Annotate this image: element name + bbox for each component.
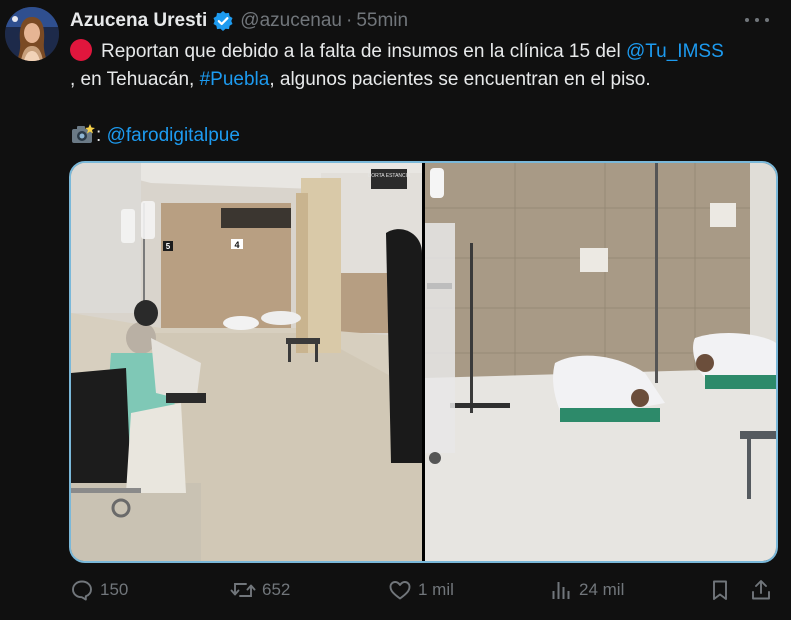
share-icon [752, 580, 770, 600]
verified-badge-icon [212, 10, 234, 32]
reply-button[interactable]: 150 [70, 576, 128, 604]
share-button[interactable] [749, 576, 779, 604]
timestamp[interactable]: 55min [356, 10, 408, 32]
tweet-text-line-2: , en Tehuacán, #Puebla, algunos paciente… [70, 66, 780, 94]
more-dots-icon[interactable] [745, 10, 769, 30]
tweet-text-line-3: : @farodigitalpue [70, 122, 780, 150]
camera-flash-icon [70, 123, 96, 145]
views-button[interactable]: 24 mil [549, 576, 624, 604]
hallway-photo-image: CORTA ESTANCIA 4 5 [71, 163, 422, 561]
mention-link[interactable]: @Tu_IMSS [626, 41, 724, 62]
heart-icon [389, 581, 411, 600]
tweet-text-line-1: Reportan que debido a la falta de insumo… [70, 38, 780, 66]
text-segment: , en Tehuacán, [70, 69, 200, 90]
media-container[interactable]: CORTA ESTANCIA 4 5 [69, 161, 778, 563]
display-name[interactable]: Azucena Uresti [70, 10, 207, 32]
text-segment: : [96, 125, 107, 146]
separator-dot: · [345, 10, 353, 31]
reply-icon [72, 580, 92, 601]
views-count: 24 mil [579, 580, 625, 599]
avatar-image [5, 7, 59, 61]
action-bar: 150 652 1 mil 24 mil [70, 576, 775, 604]
bookmark-button[interactable] [708, 576, 738, 604]
sign-text: CORTA ESTANCIA [368, 173, 411, 179]
floor-photo-image [425, 163, 776, 561]
room-number-4: 4 [234, 240, 239, 250]
repost-icon [230, 583, 256, 597]
photo-hallway[interactable]: CORTA ESTANCIA 4 5 [71, 163, 422, 561]
red-circle-icon [70, 39, 92, 61]
views-bar-chart-icon [552, 582, 570, 599]
reply-count: 150 [100, 580, 129, 599]
repost-count: 652 [262, 580, 291, 599]
repost-button[interactable]: 652 [230, 576, 290, 604]
text-segment: , algunos pacientes se encuentran en el … [269, 69, 651, 90]
avatar[interactable] [5, 7, 59, 61]
tweet: Azucena Uresti @azucenau · 55min Reporta… [0, 0, 791, 620]
text-segment: Reportan que debido a la falta de insumo… [101, 41, 626, 62]
like-count: 1 mil [418, 580, 454, 599]
tweet-text: Reportan que debido a la falta de insumo… [70, 38, 780, 150]
room-number-5: 5 [166, 242, 171, 251]
photo-patients-floor[interactable] [425, 163, 776, 561]
bookmark-icon [713, 580, 727, 600]
hashtag-link[interactable]: #Puebla [200, 69, 270, 90]
tweet-header: Azucena Uresti @azucenau · 55min [70, 8, 408, 34]
like-button[interactable]: 1 mil [388, 576, 454, 604]
handle[interactable]: @azucenau [240, 10, 342, 32]
photo-credit-link[interactable]: @farodigitalpue [107, 125, 240, 146]
